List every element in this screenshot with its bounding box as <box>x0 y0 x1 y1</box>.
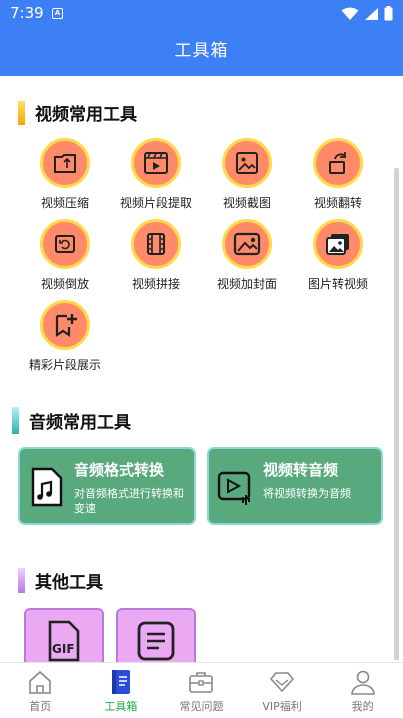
scrollbar[interactable] <box>394 168 399 660</box>
section-title: 其他工具 <box>35 573 103 593</box>
person-icon <box>350 670 375 695</box>
gif-tool-card[interactable]: GIF <box>24 608 104 662</box>
tool-label: 视频翻转 <box>313 196 362 210</box>
app-bar: 工具箱 <box>0 28 403 76</box>
tool-highlights[interactable]: 精彩片段展示 <box>20 300 110 373</box>
nav-profile[interactable]: 我的 <box>322 663 403 718</box>
tool-label: 视频加封面 <box>216 277 277 291</box>
battery-icon <box>384 6 393 21</box>
status-bar: 7:39 A <box>0 0 403 28</box>
svg-text:GIF: GIF <box>52 642 75 656</box>
video-audio-icon <box>217 471 251 505</box>
section-title: 视频常用工具 <box>35 105 137 125</box>
status-icons <box>341 6 393 21</box>
page-title: 工具箱 <box>174 41 229 61</box>
section-title: 音频常用工具 <box>29 413 131 433</box>
document-icon <box>137 621 175 661</box>
video-section-header: 视频常用工具 <box>18 100 137 125</box>
section-accent-bar <box>18 568 25 593</box>
tool-label: 视频拼接 <box>131 277 180 291</box>
nav-label: 常见问题 <box>179 700 224 713</box>
tool-label: 视频压缩 <box>40 196 89 210</box>
tool-add-cover[interactable]: 视频加封面 <box>202 219 292 292</box>
nav-label: 我的 <box>351 700 374 713</box>
tool-label: 图片转视频 <box>307 277 368 291</box>
other-section-header: 其他工具 <box>18 568 103 593</box>
tool-screenshot[interactable]: 视频截图 <box>202 138 292 211</box>
music-file-icon <box>31 467 63 507</box>
nav-faq[interactable]: 常见问题 <box>161 663 242 718</box>
nav-home[interactable]: 首页 <box>0 663 81 718</box>
reverse-icon <box>55 235 75 253</box>
highlight-icon <box>55 314 77 338</box>
card-title: 音频格式转换 <box>74 461 165 479</box>
signal-icon <box>365 7 378 20</box>
toolbox-book-icon <box>111 670 130 694</box>
compress-icon <box>54 154 76 173</box>
card-description: 将视频转换为音频 <box>263 487 351 500</box>
tool-label: 精彩片段展示 <box>28 358 101 372</box>
tool-label: 视频倒放 <box>40 277 89 291</box>
bottom-nav: 首页 工具箱 常见问题 VIP福利 我的 <box>0 662 403 718</box>
screenshot-icon <box>236 152 258 174</box>
card-description: 对音频格式进行转换和变速 <box>74 487 184 515</box>
briefcase-icon <box>189 672 214 693</box>
nav-vip[interactable]: VIP福利 <box>242 663 323 718</box>
tool-label: 视频片段提取 <box>119 196 192 210</box>
tool-clip-extract[interactable]: 视频片段提取 <box>111 138 201 211</box>
status-time: 7:39 <box>10 4 44 22</box>
audio-format-convert-card[interactable]: 音频格式转换 对音频格式进行转换和变速 <box>18 447 196 525</box>
nav-label: 首页 <box>29 700 52 713</box>
film-join-icon <box>147 233 165 255</box>
document-tool-card[interactable] <box>116 608 196 662</box>
cover-icon <box>233 232 261 256</box>
audio-section-header: 音频常用工具 <box>12 407 131 434</box>
diamond-icon <box>270 672 295 693</box>
tool-image-to-video[interactable]: 图片转视频 <box>293 219 383 292</box>
nav-label: VIP福利 <box>262 700 302 713</box>
nav-toolbox[interactable]: 工具箱 <box>81 663 162 718</box>
notification-icon: A <box>52 8 63 19</box>
image-to-video-icon <box>326 234 349 255</box>
gif-icon: GIF <box>48 620 80 662</box>
tool-list[interactable]: 视频常用工具 视频压缩 视频片段提取 视频截图 视频翻转 视频倒放 视频拼接 视… <box>0 76 403 662</box>
tool-video-compress[interactable]: 视频压缩 <box>20 138 110 211</box>
nav-label: 工具箱 <box>104 700 138 713</box>
section-accent-bar <box>12 407 19 434</box>
clip-extract-icon <box>144 152 168 174</box>
section-accent-bar <box>18 100 25 125</box>
home-icon <box>29 670 52 694</box>
video-to-audio-card[interactable]: 视频转音频 将视频转换为音频 <box>207 447 383 525</box>
wifi-icon <box>341 7 359 20</box>
tool-reverse[interactable]: 视频倒放 <box>20 219 110 292</box>
tool-flip[interactable]: 视频翻转 <box>293 138 383 211</box>
flip-icon <box>329 152 346 174</box>
card-title: 视频转音频 <box>263 461 339 479</box>
tool-join[interactable]: 视频拼接 <box>111 219 201 292</box>
tool-label: 视频截图 <box>222 196 271 210</box>
